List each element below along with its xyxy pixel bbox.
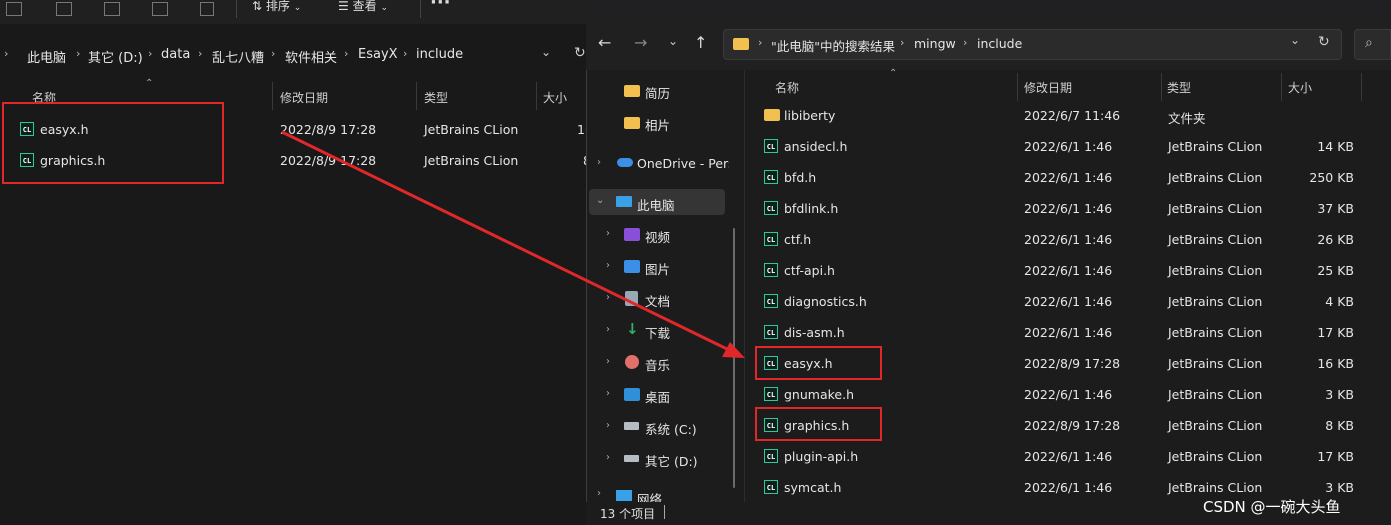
arrow-head: [722, 342, 745, 358]
csdn-watermark: CSDN @一碗大头鱼: [1203, 498, 1341, 516]
arrow-line: [281, 130, 728, 351]
annotation-arrow: [281, 130, 745, 358]
